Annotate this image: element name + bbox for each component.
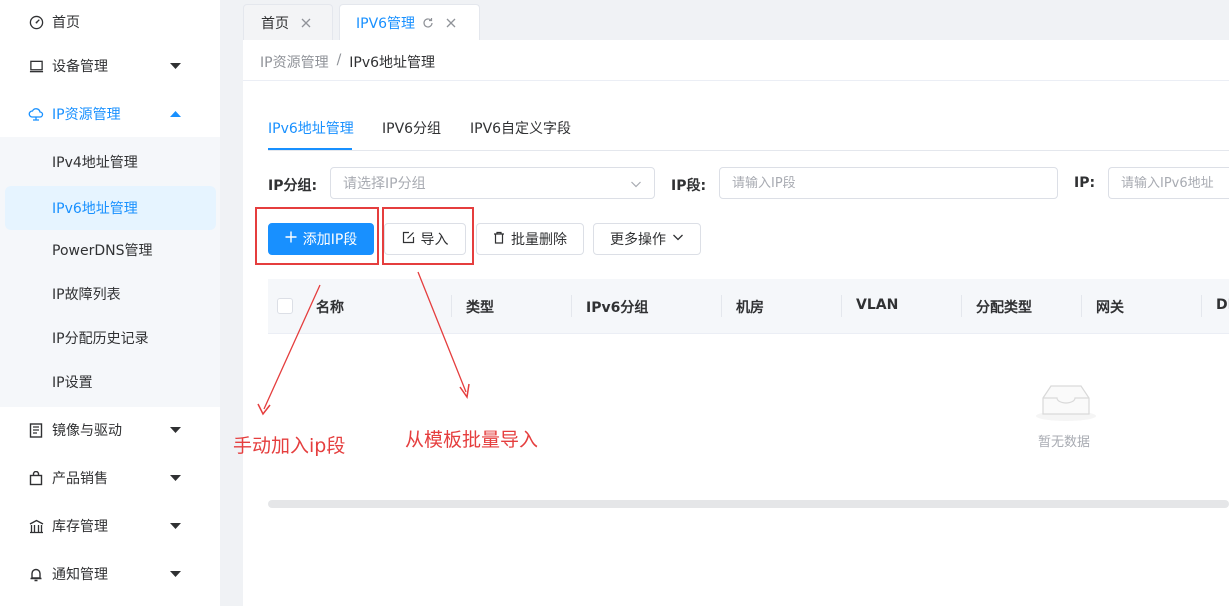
caret-down-icon — [169, 568, 181, 580]
breadcrumb: IP资源管理 / IPv6地址管理 — [260, 52, 435, 72]
sidebar-item-label: 通知管理 — [52, 567, 108, 583]
column-divider — [571, 295, 572, 317]
ip-address-input[interactable] — [1108, 167, 1229, 199]
ip-group-placeholder: 请选择IP分组 — [343, 176, 426, 192]
dashboard-icon — [28, 14, 44, 30]
sidebar-subitem-label: IPv6地址管理 — [52, 201, 138, 217]
column-header-name: 名称 — [316, 300, 344, 316]
more-actions-label: 更多操作 — [610, 232, 666, 248]
column-header-dns: DI — [1216, 297, 1229, 313]
annotation-template-import: 从模板批量导入 — [405, 429, 539, 451]
sidebar-item-devices[interactable]: 设备管理 — [0, 44, 220, 88]
sidebar-subitem-label: PowerDNS管理 — [52, 243, 153, 259]
table-header: 名称 类型 IPv6分组 机房 VLAN 分配类型 网关 DI — [268, 279, 1229, 334]
sidebar-subitem-label: IPv4地址管理 — [52, 155, 138, 171]
sidebar-item-label: 产品销售 — [52, 471, 108, 487]
select-all-checkbox[interactable] — [277, 298, 293, 314]
sidebar-subitem-ipv6[interactable]: IPv6地址管理 — [5, 186, 216, 230]
tab-ipv6-management[interactable]: IPV6管理 — [339, 4, 480, 40]
column-header-type: 类型 — [466, 300, 494, 316]
breadcrumb-current: IPv6地址管理 — [349, 55, 436, 71]
sidebar-subitem-ipv4[interactable]: IPv4地址管理 — [0, 140, 220, 184]
breadcrumb-parent[interactable]: IP资源管理 — [260, 52, 329, 72]
sidebar-subitem-allocation-history[interactable]: IP分配历史记录 — [0, 316, 220, 360]
caret-up-icon — [169, 108, 181, 120]
ip-group-label: IP分组: — [268, 178, 318, 194]
empty-state-icon — [1033, 380, 1099, 426]
close-icon[interactable] — [300, 17, 312, 29]
inner-tabs-divider — [268, 150, 1229, 151]
breadcrumb-separator: / — [336, 52, 342, 68]
horizontal-scrollbar[interactable] — [268, 500, 1229, 508]
sidebar-item-label: 设备管理 — [52, 59, 108, 75]
trash-icon — [493, 231, 505, 248]
sidebar-subitem-ip-settings[interactable]: IP设置 — [0, 360, 220, 404]
column-header-vlan: VLAN — [856, 297, 899, 313]
sidebar-item-inventory[interactable]: 库存管理 — [0, 504, 220, 548]
sidebar-item-ip-resources[interactable]: IP资源管理 — [0, 92, 220, 136]
column-header-allocation-type: 分配类型 — [976, 300, 1032, 316]
column-divider — [841, 295, 842, 317]
chevron-down-icon — [672, 231, 684, 247]
bell-icon — [28, 566, 44, 582]
empty-state-text: 暂无数据 — [1038, 435, 1091, 450]
ip-address-label: IP: — [1074, 175, 1096, 191]
ip-address-field[interactable] — [1121, 175, 1229, 191]
main-panel: IP资源管理 / IPv6地址管理 IPv6地址管理 IPV6分组 IPV6自定… — [243, 40, 1229, 606]
ip-group-select[interactable]: 请选择IP分组 — [330, 167, 655, 199]
column-divider — [451, 295, 452, 317]
breadcrumb-divider — [243, 80, 1229, 81]
column-header-datacenter: 机房 — [736, 300, 764, 316]
column-divider — [1081, 295, 1082, 317]
sidebar: 首页 设备管理 IP资源管理 IPv4地址管理 IPv6地址管理 PowerDN… — [0, 0, 220, 606]
caret-down-icon — [169, 472, 181, 484]
column-header-gateway: 网关 — [1096, 300, 1124, 316]
add-button-highlight — [255, 207, 379, 265]
sidebar-item-label: 镜像与驱动 — [52, 423, 122, 439]
sidebar-item-product-sales[interactable]: 产品销售 — [0, 456, 220, 500]
chevron-down-icon — [630, 178, 642, 190]
column-header-ipv6-group: IPv6分组 — [586, 300, 649, 316]
monitor-icon — [28, 58, 44, 74]
sidebar-subitem-label: IP设置 — [52, 375, 93, 391]
tab-home[interactable]: 首页 — [243, 4, 333, 40]
caret-down-icon — [169, 520, 181, 532]
refresh-icon[interactable] — [422, 17, 434, 29]
column-divider — [721, 295, 722, 317]
image-drive-icon — [28, 422, 44, 438]
sidebar-item-label: IP资源管理 — [52, 107, 121, 123]
warehouse-icon — [28, 518, 44, 534]
sidebar-subitem-ip-faults[interactable]: IP故障列表 — [0, 272, 220, 316]
tab-bar: 首页 IPV6管理 — [243, 0, 1229, 40]
sidebar-item-label: 首页 — [52, 15, 80, 31]
sidebar-item-notifications[interactable]: 通知管理 — [0, 552, 220, 596]
column-divider — [1201, 295, 1202, 317]
more-actions-button[interactable]: 更多操作 — [593, 223, 701, 255]
inner-tab-ipv6-address[interactable]: IPv6地址管理 — [268, 118, 354, 138]
caret-down-icon — [169, 60, 181, 72]
shopping-bag-icon — [28, 470, 44, 486]
batch-delete-label: 批量删除 — [511, 232, 567, 248]
tab-label: IPV6管理 — [356, 15, 416, 32]
cloud-network-icon — [28, 106, 44, 122]
tab-label: 首页 — [261, 15, 289, 32]
inner-tab-ipv6-group[interactable]: IPV6分组 — [382, 118, 441, 138]
sidebar-subitem-label: IP故障列表 — [52, 287, 121, 303]
column-divider — [961, 295, 962, 317]
sidebar-subitem-powerdns[interactable]: PowerDNS管理 — [0, 228, 220, 272]
caret-down-icon — [169, 424, 181, 436]
annotation-manual-add: 手动加入ip段 — [233, 435, 346, 457]
ip-segment-field[interactable] — [732, 175, 1057, 191]
close-icon[interactable] — [445, 17, 457, 29]
ip-segment-label: IP段: — [671, 178, 707, 194]
batch-delete-button[interactable]: 批量删除 — [476, 223, 584, 255]
inner-tab-ipv6-custom-fields[interactable]: IPV6自定义字段 — [470, 118, 571, 138]
ip-segment-input[interactable] — [719, 167, 1058, 199]
import-button-highlight — [382, 207, 474, 265]
sidebar-item-home[interactable]: 首页 — [0, 0, 220, 44]
sidebar-item-images-drivers[interactable]: 镜像与驱动 — [0, 408, 220, 452]
sidebar-subitem-label: IP分配历史记录 — [52, 331, 149, 347]
sidebar-item-label: 库存管理 — [52, 519, 108, 535]
